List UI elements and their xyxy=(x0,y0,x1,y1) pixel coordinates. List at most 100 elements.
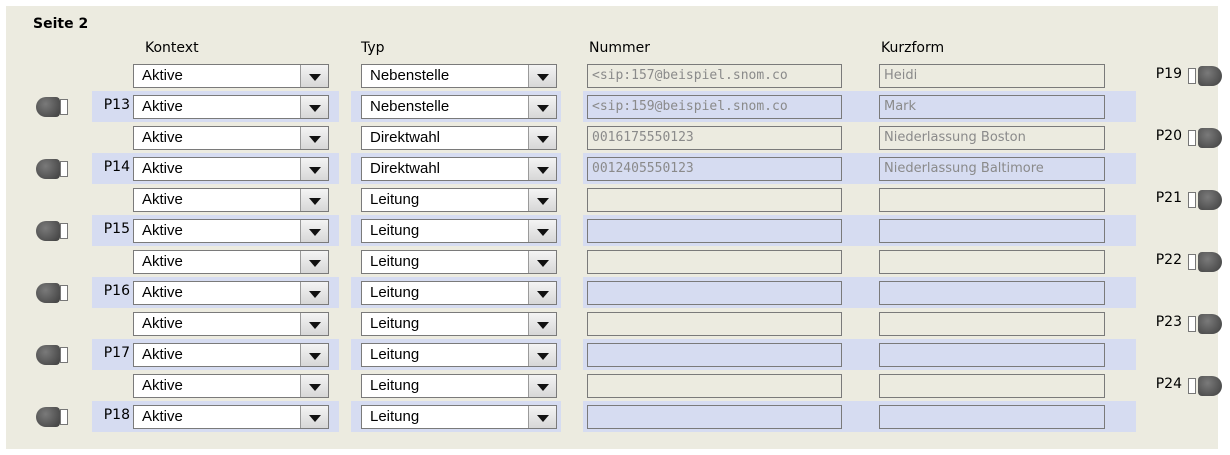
chevron-down-icon[interactable] xyxy=(300,282,328,304)
typ-select[interactable]: Leitung xyxy=(361,405,557,429)
kurzform-input[interactable]: Niederlassung Boston xyxy=(879,126,1105,150)
chevron-down-icon[interactable] xyxy=(528,406,556,428)
nummer-input[interactable] xyxy=(587,374,842,398)
row-gap xyxy=(561,339,583,370)
chevron-down-icon[interactable] xyxy=(528,158,556,180)
key-label-left: P17 xyxy=(103,345,130,361)
chevron-down-icon[interactable] xyxy=(528,220,556,242)
typ-select[interactable]: Leitung xyxy=(361,374,557,398)
typ-value: Nebenstelle xyxy=(370,67,450,84)
nummer-input[interactable]: 0016175550123 xyxy=(587,126,842,150)
chevron-down-icon[interactable] xyxy=(528,96,556,118)
kontext-select[interactable]: Aktive xyxy=(133,250,329,274)
row-gap xyxy=(561,277,583,308)
kontext-select[interactable]: Aktive xyxy=(133,219,329,243)
key-row: P18 Aktive Leitung xyxy=(36,401,1136,432)
kurzform-input[interactable]: Niederlassung Baltimore xyxy=(879,157,1105,181)
key-led-icon xyxy=(36,283,70,303)
key-led-icon xyxy=(36,407,70,427)
chevron-down-icon[interactable] xyxy=(300,220,328,242)
header-kurzform: Kurzform xyxy=(881,40,945,56)
kurzform-input[interactable] xyxy=(879,405,1105,429)
kurzform-input[interactable] xyxy=(879,312,1105,336)
kurzform-input[interactable] xyxy=(879,374,1105,398)
kurzform-input[interactable] xyxy=(879,343,1105,367)
key-led-icon xyxy=(36,221,70,241)
chevron-down-icon[interactable] xyxy=(300,65,328,87)
kontext-select[interactable]: Aktive xyxy=(133,281,329,305)
kurzform-input[interactable]: Heidi xyxy=(879,64,1105,88)
typ-select[interactable]: Direktwahl xyxy=(361,126,557,150)
kurzform-input[interactable]: Mark xyxy=(879,95,1105,119)
nummer-input[interactable] xyxy=(587,188,842,212)
chevron-down-icon[interactable] xyxy=(528,251,556,273)
chevron-down-icon[interactable] xyxy=(300,344,328,366)
kurzform-input[interactable] xyxy=(879,250,1105,274)
row-gap xyxy=(339,184,351,215)
typ-value: Leitung xyxy=(370,315,420,332)
kontext-select[interactable]: Aktive xyxy=(133,405,329,429)
kontext-value: Aktive xyxy=(142,160,183,177)
typ-select[interactable]: Direktwahl xyxy=(361,157,557,181)
key-led-icon xyxy=(36,97,70,117)
header-typ: Typ xyxy=(361,40,385,56)
nummer-input[interactable] xyxy=(587,250,842,274)
typ-select[interactable]: Nebenstelle xyxy=(361,95,557,119)
chevron-down-icon[interactable] xyxy=(528,127,556,149)
key-label-right: P23 xyxy=(1155,314,1182,330)
nummer-input[interactable]: 0012405550123 xyxy=(587,157,842,181)
nummer-input[interactable] xyxy=(587,281,842,305)
chevron-down-icon[interactable] xyxy=(528,282,556,304)
kontext-select[interactable]: Aktive xyxy=(133,188,329,212)
chevron-down-icon[interactable] xyxy=(528,375,556,397)
nummer-input[interactable] xyxy=(587,312,842,336)
typ-value: Nebenstelle xyxy=(370,98,450,115)
nummer-input[interactable] xyxy=(587,405,842,429)
chevron-down-icon[interactable] xyxy=(528,189,556,211)
typ-select[interactable]: Leitung xyxy=(361,219,557,243)
page-title: Seite 2 xyxy=(33,16,89,32)
nummer-input[interactable]: <sip:159@beispiel.snom.co xyxy=(587,95,842,119)
row-gap xyxy=(339,277,351,308)
chevron-down-icon[interactable] xyxy=(528,344,556,366)
header-nummer: Nummer xyxy=(589,40,650,56)
nummer-input[interactable] xyxy=(587,219,842,243)
typ-select[interactable]: Nebenstelle xyxy=(361,64,557,88)
typ-value: Leitung xyxy=(370,284,420,301)
typ-select[interactable]: Leitung xyxy=(361,250,557,274)
chevron-down-icon[interactable] xyxy=(300,375,328,397)
kontext-select[interactable]: Aktive xyxy=(133,343,329,367)
key-label-right: P20 xyxy=(1155,128,1182,144)
chevron-down-icon[interactable] xyxy=(300,189,328,211)
chevron-down-icon[interactable] xyxy=(528,65,556,87)
row-gap xyxy=(339,308,351,339)
kontext-select[interactable]: Aktive xyxy=(133,95,329,119)
row-gap xyxy=(561,153,583,184)
chevron-down-icon[interactable] xyxy=(300,313,328,335)
kurzform-input[interactable] xyxy=(879,219,1105,243)
chevron-down-icon[interactable] xyxy=(300,96,328,118)
chevron-down-icon[interactable] xyxy=(528,313,556,335)
nummer-input[interactable]: <sip:157@beispiel.snom.co xyxy=(587,64,842,88)
kontext-select[interactable]: Aktive xyxy=(133,126,329,150)
typ-select[interactable]: Leitung xyxy=(361,188,557,212)
chevron-down-icon[interactable] xyxy=(300,158,328,180)
key-led-icon xyxy=(1188,190,1222,210)
row-gap xyxy=(339,401,351,432)
typ-select[interactable]: Leitung xyxy=(361,281,557,305)
typ-value: Direktwahl xyxy=(370,129,441,146)
typ-select[interactable]: Leitung xyxy=(361,312,557,336)
chevron-down-icon[interactable] xyxy=(300,406,328,428)
kurzform-input[interactable] xyxy=(879,281,1105,305)
chevron-down-icon[interactable] xyxy=(300,251,328,273)
typ-select[interactable]: Leitung xyxy=(361,343,557,367)
kontext-select[interactable]: Aktive xyxy=(133,312,329,336)
kurzform-input[interactable] xyxy=(879,188,1105,212)
kontext-select[interactable]: Aktive xyxy=(133,374,329,398)
key-led-icon xyxy=(36,345,70,365)
row-gap xyxy=(339,339,351,370)
kontext-select[interactable]: Aktive xyxy=(133,157,329,181)
nummer-input[interactable] xyxy=(587,343,842,367)
kontext-select[interactable]: Aktive xyxy=(133,64,329,88)
chevron-down-icon[interactable] xyxy=(300,127,328,149)
